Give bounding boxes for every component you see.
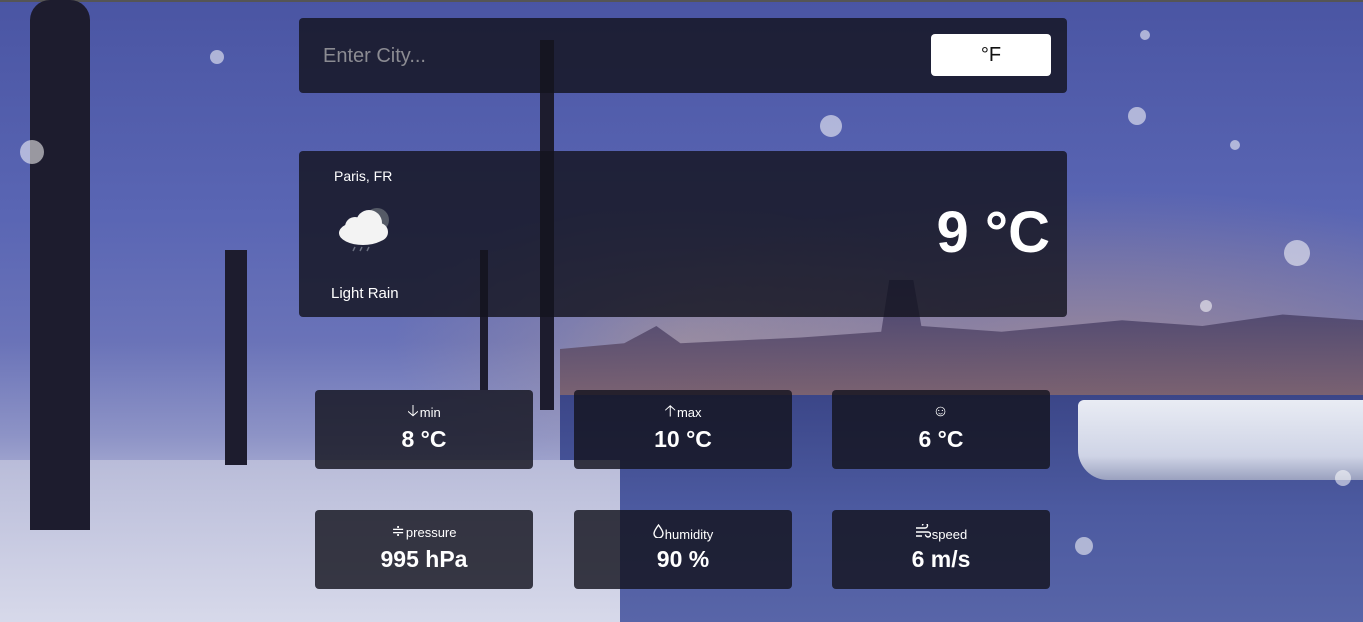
- snowflake: [20, 140, 44, 164]
- unit-toggle-button[interactable]: °F: [931, 34, 1051, 76]
- droplet-icon: [653, 523, 664, 542]
- window-top-border: [0, 0, 1363, 2]
- cloud-rain-icon: [335, 203, 395, 258]
- max-value: 10 °C: [654, 426, 712, 452]
- snowflake: [1230, 140, 1240, 150]
- pressure-icon: ≑: [391, 523, 405, 540]
- min-label: min: [419, 405, 441, 420]
- min-temp-card: 🡣 min 8 °C: [315, 390, 533, 469]
- background-tree-trunk: [30, 0, 90, 530]
- max-temp-card: 🡡 max 10 °C: [574, 390, 792, 469]
- humidity-card: humidity 90 %: [574, 510, 792, 589]
- feels-like-card: ☺ 6 °C: [832, 390, 1050, 469]
- search-bar: °F: [299, 18, 1067, 93]
- wind-icon: [915, 522, 931, 542]
- pressure-label: pressure: [405, 525, 457, 540]
- wind-speed-card: speed 6 m/s: [832, 510, 1050, 589]
- min-value: 8 °C: [401, 426, 447, 452]
- snowflake: [1284, 240, 1310, 266]
- snowflake: [820, 115, 842, 137]
- arrow-down-icon: 🡣: [407, 403, 419, 420]
- speed-label: speed: [931, 527, 968, 542]
- max-label: max: [676, 405, 702, 420]
- speed-value: 6 m/s: [911, 546, 971, 572]
- weather-description: Light Rain: [331, 285, 399, 302]
- arrow-up-icon: 🡡: [664, 403, 676, 420]
- snowflake: [1200, 300, 1212, 312]
- humidity-value: 90 %: [656, 546, 710, 572]
- city-search-input[interactable]: [309, 34, 925, 78]
- background-boat: [1078, 400, 1363, 480]
- smile-icon: ☺: [932, 403, 949, 420]
- feels-like-value: 6 °C: [918, 426, 964, 452]
- pressure-card: ≑ pressure 995 hPa: [315, 510, 533, 589]
- location-label: Paris, FR: [334, 168, 393, 184]
- snowflake: [1140, 30, 1150, 40]
- snowflake: [1335, 470, 1351, 486]
- current-weather-card: Paris, FR Light Rain 9 °C: [299, 151, 1067, 317]
- pressure-value: 995 hPa: [380, 546, 468, 572]
- snowflake: [210, 50, 224, 64]
- snowflake: [1075, 537, 1093, 555]
- current-temperature: 9 °C: [936, 200, 1050, 265]
- humidity-label: humidity: [664, 527, 714, 542]
- background-tree-trunk: [225, 250, 247, 465]
- snowflake: [1128, 107, 1146, 125]
